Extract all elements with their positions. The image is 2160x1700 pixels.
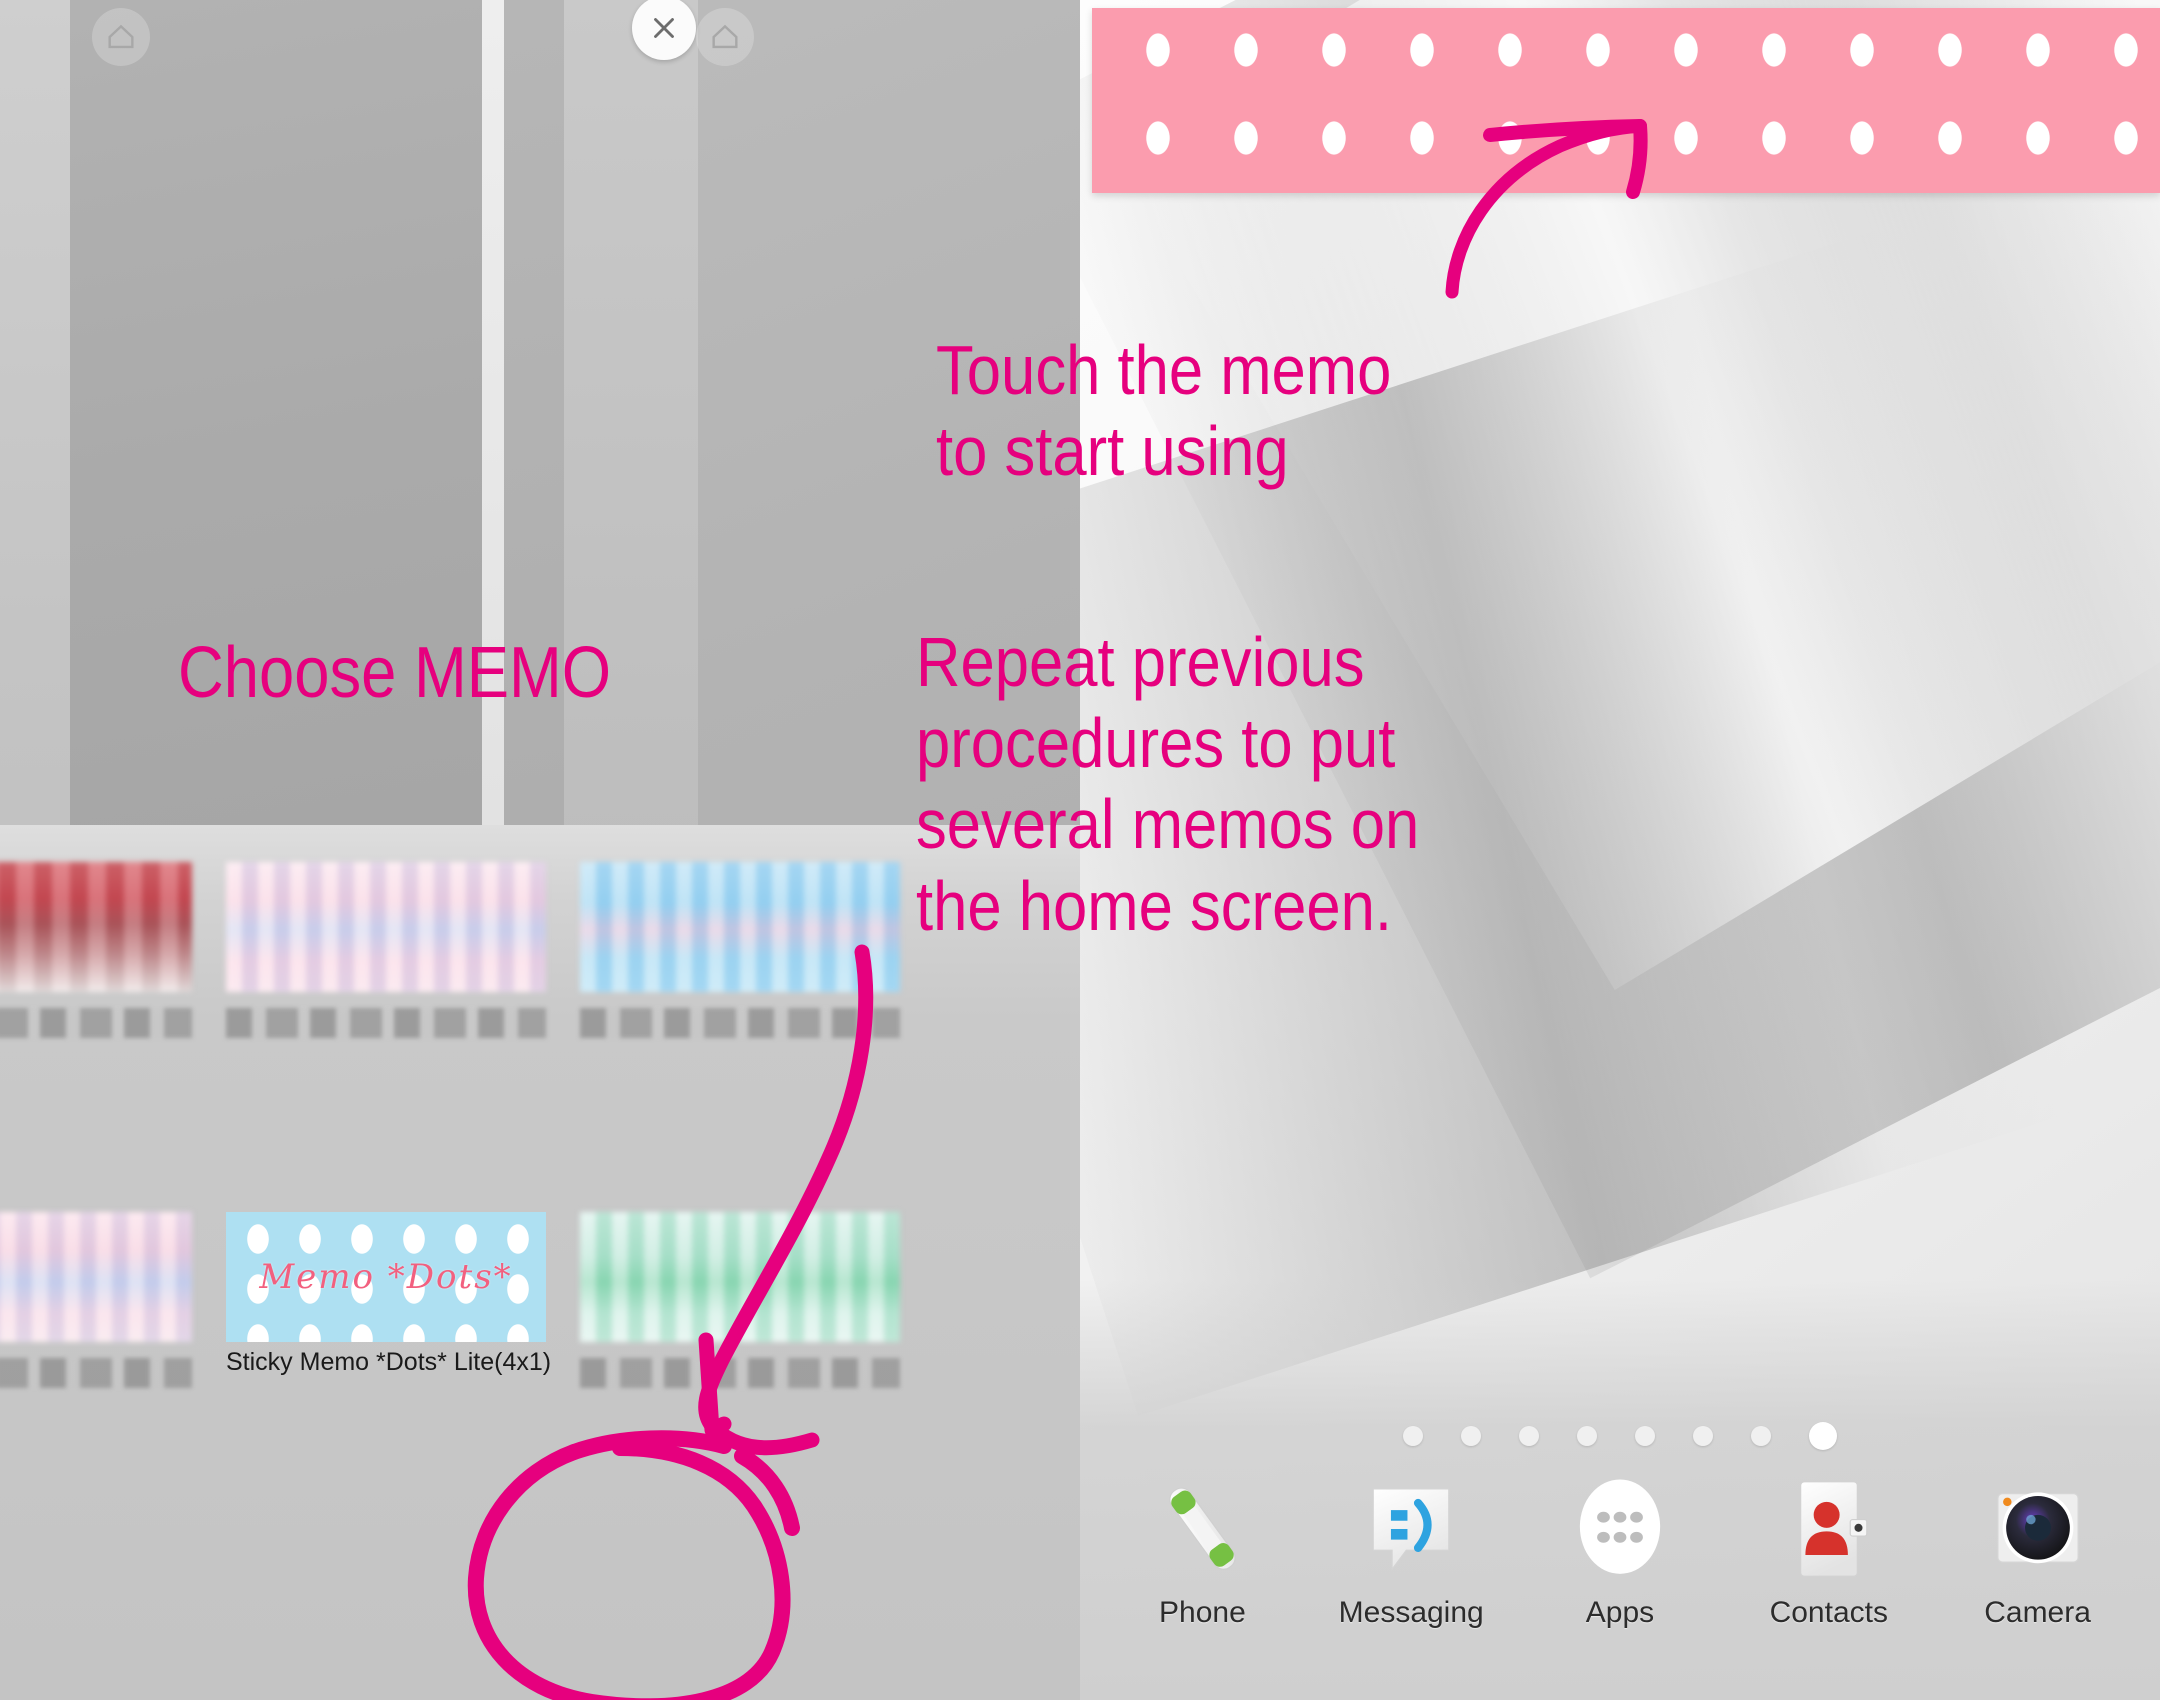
dock-item-apps[interactable]: Apps bbox=[1525, 1470, 1715, 1630]
camera-lens-icon bbox=[1979, 1470, 2097, 1588]
page-dot[interactable] bbox=[1461, 1426, 1481, 1446]
sticky-memo-widget[interactable] bbox=[1092, 8, 2160, 193]
page-dot[interactable] bbox=[1693, 1426, 1713, 1446]
dock-label-apps: Apps bbox=[1585, 1596, 1655, 1629]
widget-item[interactable] bbox=[0, 862, 192, 1038]
widget-thumbnail bbox=[226, 862, 546, 992]
widget-item[interactable] bbox=[580, 862, 900, 1038]
home-dock: Phone Messaging Apps Contacts Camera bbox=[1080, 1470, 2160, 1700]
dock-label-messaging: Messaging bbox=[1338, 1596, 1484, 1629]
page-dot[interactable] bbox=[1635, 1426, 1655, 1446]
page-dot[interactable] bbox=[1403, 1426, 1423, 1446]
annotation-repeat-procedures: Repeat previous procedures to put severa… bbox=[916, 623, 1420, 945]
dock-item-contacts[interactable]: Contacts bbox=[1734, 1470, 1924, 1630]
widget-thumbnail-memo-dots: Memo *Dots* bbox=[226, 1212, 546, 1342]
home-icon bbox=[108, 24, 134, 49]
page-dot[interactable] bbox=[1751, 1426, 1771, 1446]
dock-label-phone: Phone bbox=[1159, 1596, 1246, 1629]
annotation-touch-memo: Touch the memo to start using bbox=[936, 331, 1392, 491]
widget-item-label bbox=[580, 1008, 900, 1038]
dock-label-contacts: Contacts bbox=[1769, 1596, 1888, 1629]
widget-row-2: Memo *Dots* Sticky Memo *Dots* Lite(4x1) bbox=[0, 1142, 1080, 1442]
page-dot-active[interactable] bbox=[1809, 1422, 1837, 1450]
widget-thumbnail bbox=[0, 862, 192, 992]
widget-item-label bbox=[0, 1358, 192, 1388]
contacts-person-icon bbox=[1770, 1470, 1888, 1588]
dock-item-messaging[interactable]: Messaging bbox=[1316, 1470, 1506, 1630]
apps-grid-icon bbox=[1561, 1470, 1679, 1588]
home-icon bbox=[712, 24, 738, 49]
close-icon bbox=[654, 18, 674, 38]
widget-item[interactable] bbox=[580, 1212, 900, 1388]
widget-item-label bbox=[580, 1358, 900, 1388]
home-button-right[interactable] bbox=[696, 8, 754, 66]
page-dot[interactable] bbox=[1577, 1426, 1597, 1446]
dock-item-camera[interactable]: Camera bbox=[1943, 1470, 2133, 1630]
widget-item[interactable] bbox=[0, 1212, 192, 1388]
widget-thumbnail bbox=[0, 1212, 192, 1342]
message-bubble-icon bbox=[1352, 1470, 1470, 1588]
widget-thumbnail bbox=[580, 1212, 900, 1342]
home-button-left[interactable] bbox=[92, 8, 150, 66]
memo-preview-text: Memo *Dots* bbox=[259, 1257, 513, 1297]
dock-item-phone[interactable]: Phone bbox=[1107, 1470, 1297, 1630]
page-indicator bbox=[1080, 1422, 2160, 1450]
phone-icon bbox=[1143, 1470, 1261, 1588]
dock-label-camera: Camera bbox=[1984, 1596, 2091, 1629]
widget-item-label bbox=[0, 1008, 192, 1038]
widget-item[interactable] bbox=[226, 862, 546, 1038]
widget-thumbnail-grid: Memo *Dots* Sticky Memo *Dots* Lite(4x1) bbox=[0, 862, 1080, 1442]
screenshot-root: Memo *Dots* Sticky Memo *Dots* Lite(4x1) bbox=[0, 0, 2160, 1700]
page-dot[interactable] bbox=[1519, 1426, 1539, 1446]
widget-item-sticky-memo-dots[interactable]: Memo *Dots* Sticky Memo *Dots* Lite(4x1) bbox=[226, 1212, 551, 1376]
widget-thumbnail bbox=[580, 862, 900, 992]
annotation-choose-memo: Choose MEMO bbox=[178, 633, 612, 713]
widget-item-label bbox=[226, 1008, 546, 1038]
widget-item-label-sticky-memo-dots: Sticky Memo *Dots* Lite(4x1) bbox=[226, 1348, 552, 1376]
